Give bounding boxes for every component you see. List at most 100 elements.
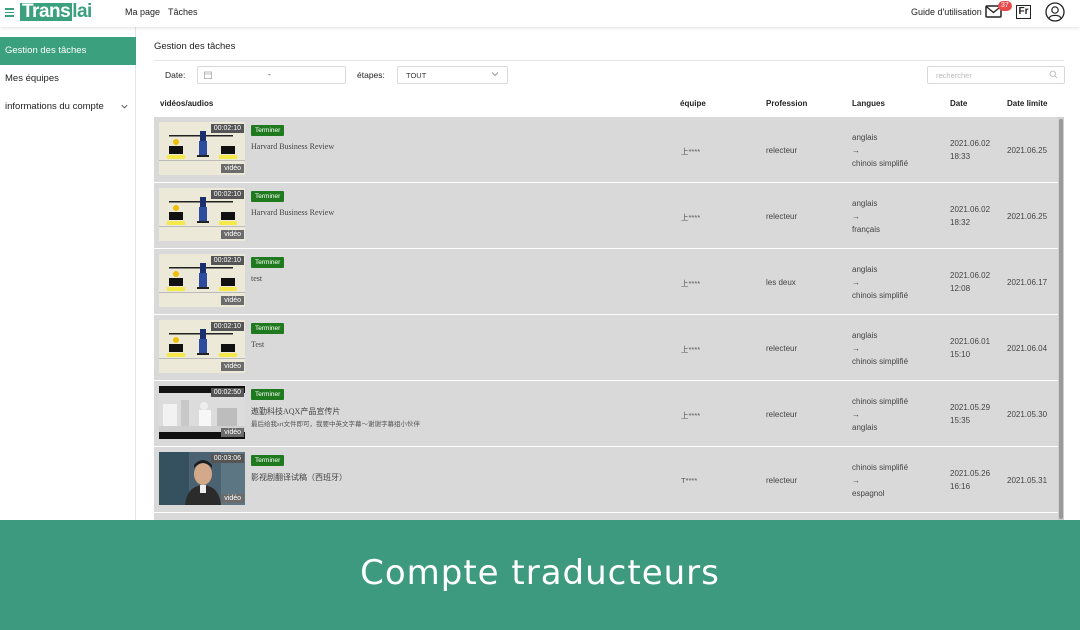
- table-row[interactable]: 00:03:06 vidéo Terminer 影视剧翻译试稿（西班牙） T**…: [154, 447, 1058, 513]
- status-badge: Terminer: [251, 389, 285, 400]
- target-language: espagnol: [852, 489, 885, 498]
- translai-logo[interactable]: Trans lai: [20, 1, 92, 22]
- video-thumbnail[interactable]: 00:02:50 vidéo: [159, 386, 245, 439]
- created-date: 2021.06.02 18:33: [950, 137, 990, 163]
- arrow-right-icon: →: [852, 410, 860, 419]
- profession-value: les deux: [766, 278, 796, 287]
- language-pair: anglais → chinois simplifié: [852, 131, 908, 170]
- created-date-time: 15:35: [950, 416, 971, 425]
- duration-label: 00:02:10: [210, 124, 244, 133]
- search-icon[interactable]: [1049, 70, 1058, 79]
- team-name: 上****: [681, 411, 701, 420]
- deadline-date: 2021.06.04: [1007, 344, 1048, 353]
- date-separator: -: [268, 70, 271, 79]
- page-title: Gestion des tâches: [154, 41, 236, 52]
- video-title[interactable]: Test: [251, 340, 264, 349]
- logo-boxed-text: Trans: [20, 1, 73, 22]
- team-name: 上****: [681, 213, 701, 222]
- nav-ma-page[interactable]: Ma page: [125, 7, 160, 17]
- created-date-time: 18:33: [950, 152, 971, 161]
- column-header-media: vidéos/audios: [160, 99, 214, 108]
- created-date-day: 2021.05.26: [950, 469, 991, 478]
- video-thumbnail[interactable]: 00:02:10 vidéo: [159, 122, 245, 175]
- created-date-day: 2021.05.29: [950, 403, 991, 412]
- video-title[interactable]: Harvard Business Review: [251, 142, 334, 151]
- created-date-time: 18:32: [950, 218, 971, 227]
- created-date-day: 2021.06.01: [950, 337, 991, 346]
- status-badge: Terminer: [251, 191, 285, 202]
- video-title[interactable]: 影视剧翻译试稿（西班牙）: [251, 472, 347, 483]
- table-row[interactable]: 00:02:10 vidéo Terminer Harvard Business…: [154, 117, 1058, 183]
- table-row[interactable]: 00:02:10 vidéo Terminer test 上**** les d…: [154, 249, 1058, 315]
- language-pair: chinois simplifié → espagnol: [852, 461, 908, 500]
- video-title[interactable]: 遨勤科技AQX产品宣传片: [251, 406, 340, 417]
- media-type-badge: vidéo: [221, 296, 244, 305]
- scrollbar-thumb[interactable]: [1059, 119, 1063, 519]
- sidebar-item-teams[interactable]: Mes équipes: [0, 65, 136, 93]
- profession-value: relecteur: [766, 410, 798, 419]
- media-type-badge: vidéo: [221, 494, 244, 503]
- sidebar-item-label: informations du compte: [5, 101, 104, 112]
- sidebar-item-label: Gestion des tâches: [5, 45, 87, 56]
- task-table: 00:02:10 vidéo Terminer Harvard Business…: [154, 117, 1064, 520]
- duration-label: 00:02:10: [210, 190, 244, 199]
- sidebar-item-label: Mes équipes: [5, 73, 59, 84]
- arrow-right-icon: →: [852, 278, 860, 287]
- language-switch[interactable]: Fr: [1016, 5, 1031, 19]
- status-badge: Terminer: [251, 125, 285, 136]
- sidebar-item-task-management[interactable]: Gestion des tâches: [0, 37, 136, 65]
- video-thumbnail[interactable]: 00:02:10 vidéo: [159, 320, 245, 373]
- guide-link[interactable]: Guide d'utilisation: [911, 7, 982, 17]
- video-thumbnail[interactable]: 00:02:10 vidéo: [159, 188, 245, 241]
- table-row[interactable]: 00:02:10 vidéo Terminer Harvard Business…: [154, 183, 1058, 249]
- deadline-date: 2021.05.31: [1007, 476, 1048, 485]
- table-row[interactable]: 00:02:50 vidéo Terminer 遨勤科技AQX产品宣传片 最后给…: [154, 381, 1058, 447]
- calendar-icon: [204, 71, 212, 79]
- arrow-right-icon: →: [852, 344, 860, 353]
- language-pair: anglais → français: [852, 197, 880, 236]
- menu-icon[interactable]: [5, 8, 14, 17]
- video-description: 最后给我srt文件即可，我要中英文字幕～谢谢字幕组小伙伴: [251, 421, 420, 428]
- user-avatar-icon[interactable]: [1045, 2, 1065, 22]
- chevron-down-icon: [121, 104, 128, 109]
- profession-value: relecteur: [766, 212, 798, 221]
- team-name: 上****: [681, 345, 701, 354]
- source-language: chinois simplifié: [852, 397, 909, 406]
- created-date: 2021.05.26 16:16: [950, 467, 990, 493]
- language-pair: chinois simplifié → anglais: [852, 395, 908, 434]
- media-type-badge: vidéo: [221, 164, 244, 173]
- video-title[interactable]: test: [251, 274, 262, 283]
- source-language: anglais: [852, 265, 878, 274]
- arrow-right-icon: →: [852, 146, 860, 155]
- date-range-input[interactable]: -: [197, 66, 346, 84]
- divider: [154, 60, 1064, 61]
- table-scrollbar[interactable]: [1058, 117, 1064, 520]
- target-language: chinois simplifié: [852, 357, 909, 366]
- source-language: anglais: [852, 331, 878, 340]
- target-language: anglais: [852, 423, 878, 432]
- deadline-date: 2021.06.25: [1007, 212, 1048, 221]
- arrow-right-icon: →: [852, 476, 860, 485]
- status-badge: Terminer: [251, 455, 285, 466]
- media-type-badge: vidéo: [221, 362, 244, 371]
- video-title[interactable]: Harvard Business Review: [251, 208, 334, 217]
- stage-select[interactable]: TOUT: [397, 66, 508, 84]
- sidebar-item-account-info[interactable]: informations du compte: [0, 93, 136, 121]
- created-date: 2021.06.01 15:10: [950, 335, 990, 361]
- target-language: chinois simplifié: [852, 159, 909, 168]
- created-date-time: 15:10: [950, 350, 971, 359]
- video-thumbnail[interactable]: 00:03:06 vidéo: [159, 452, 245, 505]
- deadline-date: 2021.05.30: [1007, 410, 1048, 419]
- created-date-day: 2021.06.02: [950, 271, 991, 280]
- date-filter-label: Date:: [165, 70, 186, 80]
- chevron-down-icon: [491, 72, 499, 77]
- search-input[interactable]: [927, 66, 1065, 84]
- video-thumbnail[interactable]: 00:02:10 vidéo: [159, 254, 245, 307]
- created-date: 2021.06.02 18:32: [950, 203, 990, 229]
- source-language: chinois simplifié: [852, 463, 909, 472]
- nav-taches[interactable]: Tâches: [168, 7, 198, 17]
- table-row[interactable]: 00:02:10 vidéo Terminer Test 上**** relec…: [154, 315, 1058, 381]
- column-header-team: équipe: [680, 99, 706, 108]
- status-badge: Terminer: [251, 323, 285, 334]
- column-header-deadline: Date limite: [1007, 99, 1048, 108]
